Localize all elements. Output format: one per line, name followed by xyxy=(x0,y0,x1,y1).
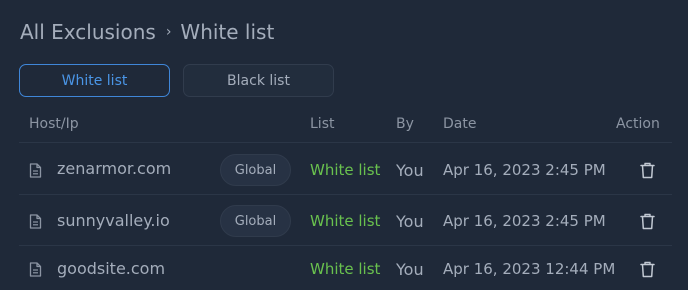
scope-badge: Global xyxy=(220,154,291,186)
list-value: White list xyxy=(310,212,381,230)
date-value: Apr 16, 2023 12:44 PM xyxy=(443,260,616,278)
row-icon-cell xyxy=(29,244,42,290)
document-icon xyxy=(29,162,42,178)
host-value: goodsite.com xyxy=(57,258,166,278)
row-icon-cell xyxy=(29,145,42,195)
document-icon xyxy=(29,213,42,229)
document-icon xyxy=(29,261,42,277)
action-cell xyxy=(640,145,655,195)
scope-cell: Global xyxy=(220,196,291,246)
list-tabs: White list Black list xyxy=(19,64,334,97)
table-header: Host/Ip List By Date Action xyxy=(0,114,688,134)
column-header-by: By xyxy=(396,116,414,132)
column-header-action: Action xyxy=(616,116,660,132)
column-header-list: List xyxy=(310,116,335,132)
action-cell xyxy=(640,244,655,290)
by-value: You xyxy=(396,259,424,279)
host-value: zenarmor.com xyxy=(57,158,172,178)
host-value: sunnyvalley.io xyxy=(57,210,170,230)
breadcrumb-separator: › xyxy=(165,24,172,40)
column-header-host: Host/Ip xyxy=(29,116,79,132)
list-value: White list xyxy=(310,260,381,278)
row-icon-cell xyxy=(29,196,42,246)
table-row: zenarmor.com Global White list You Apr 1… xyxy=(0,145,688,195)
breadcrumb: All Exclusions › White list xyxy=(20,19,274,45)
table-row: sunnyvalley.io Global White list You Apr… xyxy=(0,196,688,246)
scope-badge: Global xyxy=(220,205,291,237)
breadcrumb-current: White list xyxy=(180,20,275,44)
breadcrumb-root[interactable]: All Exclusions xyxy=(20,20,156,44)
date-value: Apr 16, 2023 2:45 PM xyxy=(443,161,606,179)
table-row: goodsite.com White list You Apr 16, 2023… xyxy=(0,244,688,290)
by-value: You xyxy=(396,160,424,180)
list-value: White list xyxy=(310,161,381,179)
date-value: Apr 16, 2023 2:45 PM xyxy=(443,212,606,230)
trash-icon[interactable] xyxy=(640,261,655,278)
action-cell xyxy=(640,196,655,246)
trash-icon[interactable] xyxy=(640,213,655,230)
scope-cell: Global xyxy=(220,145,291,195)
column-header-date: Date xyxy=(443,116,477,132)
by-value: You xyxy=(396,211,424,231)
tab-black-list[interactable]: Black list xyxy=(183,64,334,97)
exclusions-page: All Exclusions › White list White list B… xyxy=(0,0,688,290)
tab-white-list[interactable]: White list xyxy=(19,64,170,97)
trash-icon[interactable] xyxy=(640,162,655,179)
